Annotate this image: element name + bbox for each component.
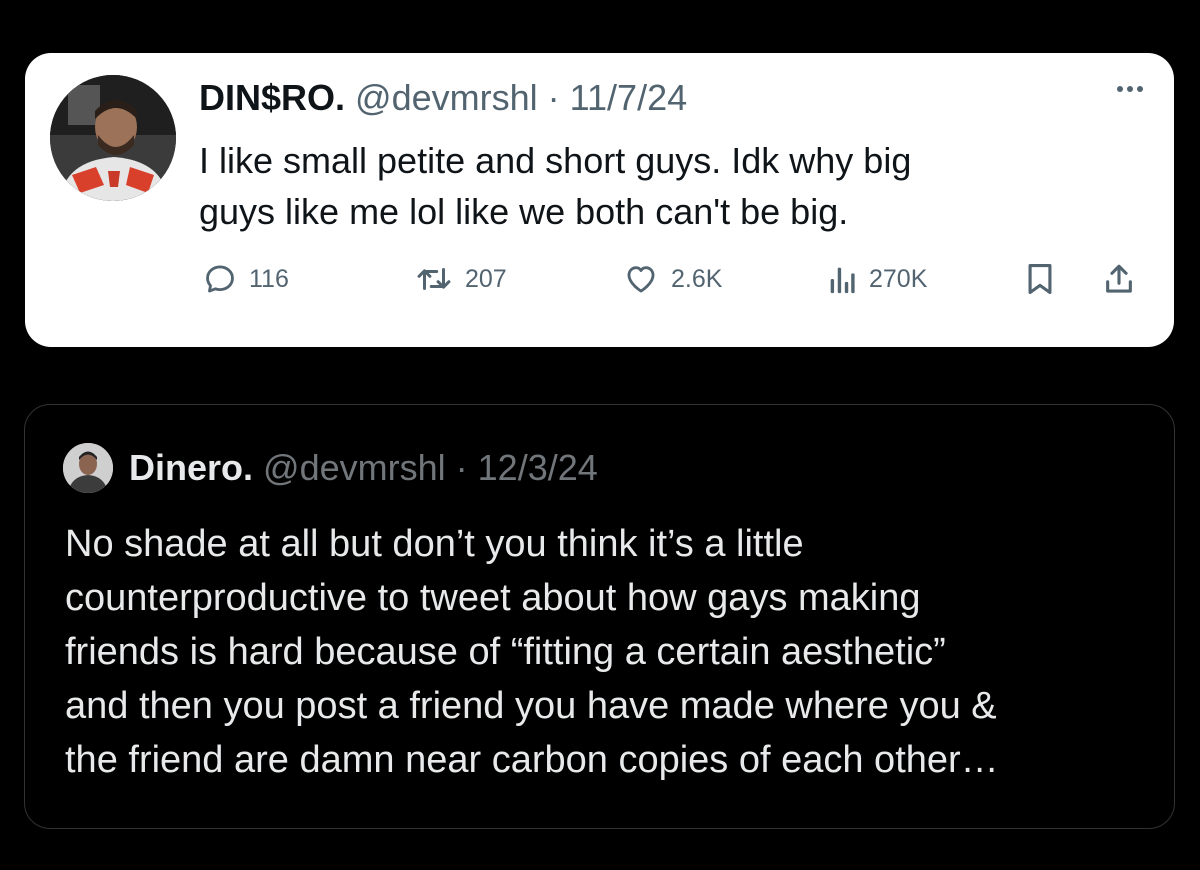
original-tweet-card[interactable]: DIN$RO. @devmrshl · 11/7/24 I like small… <box>25 53 1174 347</box>
username-handle[interactable]: @devmrshl <box>355 77 538 118</box>
display-name[interactable]: DIN$RO. <box>199 77 345 118</box>
reply-bubble-icon <box>206 265 234 293</box>
heart-icon <box>627 266 655 293</box>
tweet-text-line: friends is hard because of “fitting a ce… <box>65 631 946 673</box>
bookmark-button[interactable] <box>1025 259 1055 299</box>
more-options-button[interactable] <box>1110 79 1150 99</box>
avatar[interactable] <box>50 75 176 201</box>
more-dots-icon <box>1117 86 1143 92</box>
quoted-tweet-card[interactable]: Dinero. @devmrshl · 12/3/24 No shade at … <box>24 404 1175 829</box>
views-button[interactable]: 270K <box>827 259 927 299</box>
action-bar: 116 207 2.6K 270K <box>199 259 1139 299</box>
tweet-date[interactable]: 11/7/24 <box>570 77 687 118</box>
views-chart-icon <box>830 267 855 294</box>
tweet-header: DIN$RO. @devmrshl · 11/7/24 <box>199 77 687 119</box>
repost-count: 207 <box>465 264 507 293</box>
tweet-text-line: No shade at all but don’t you think it’s… <box>65 523 804 565</box>
tweet-text-line: the friend are damn near carbon copies o… <box>65 739 999 781</box>
separator-dot: · <box>547 77 560 118</box>
bookmark-icon <box>1028 263 1052 295</box>
tweet-text-line: guys like me lol like we both can't be b… <box>199 191 849 232</box>
view-count: 270K <box>869 264 928 293</box>
share-upload-icon <box>1106 264 1132 293</box>
tweet-text-line: and then you post a friend you have made… <box>65 685 997 727</box>
repost-icon <box>417 268 451 290</box>
tweet-text-line: counterproductive to tweet about how gay… <box>65 577 921 619</box>
avatar[interactable] <box>63 443 113 493</box>
display-name[interactable]: Dinero. <box>129 447 253 488</box>
repost-button[interactable]: 207 <box>415 259 507 299</box>
reply-button[interactable]: 116 <box>203 259 289 299</box>
tweet-text-line: I like small petite and short guys. Idk … <box>199 140 912 181</box>
screenshot-canvas: DIN$RO. @devmrshl · 11/7/24 I like small… <box>0 0 1200 870</box>
username-handle[interactable]: @devmrshl <box>263 447 446 488</box>
tweet-text: No shade at all but don’t you think it’s… <box>65 517 1155 787</box>
like-count: 2.6K <box>671 264 723 293</box>
tweet-date[interactable]: 12/3/24 <box>478 447 598 488</box>
tweet-text: I like small petite and short guys. Idk … <box>199 135 1129 237</box>
like-button[interactable]: 2.6K <box>623 259 722 299</box>
avatar-photo-icon <box>63 443 113 493</box>
tweet-header: Dinero. @devmrshl · 12/3/24 <box>129 447 598 489</box>
reply-count: 116 <box>249 264 289 293</box>
avatar-photo-icon <box>50 75 176 201</box>
share-button[interactable] <box>1103 259 1135 299</box>
separator-dot: · <box>455 447 468 488</box>
